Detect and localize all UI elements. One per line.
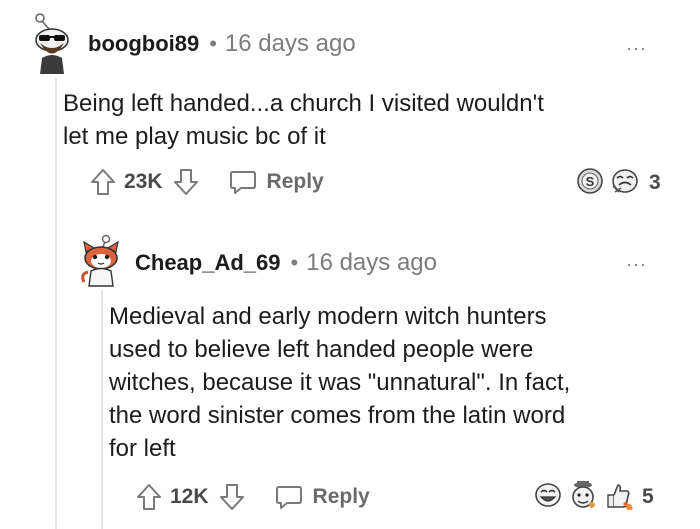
silver-award-icon: S: [575, 166, 605, 201]
downvote-button[interactable]: [219, 483, 245, 511]
comment-bubble-icon: [229, 171, 256, 194]
more-options-button[interactable]: ···: [626, 38, 647, 59]
comment-body-line: Medieval and early modern witch hunters: [109, 303, 547, 330]
upvote-arrow-icon: [137, 484, 161, 510]
awards[interactable]: 5: [528, 479, 654, 516]
comment-body-line: let me play music bc of it: [63, 123, 326, 150]
thread-line[interactable]: [55, 78, 57, 529]
timestamp[interactable]: 16 days ago: [306, 249, 437, 277]
comment-thread: boogboi89 • 16 days ago ··· Being left h…: [0, 0, 700, 529]
downvote-arrow-icon: [173, 169, 198, 195]
more-options-button[interactable]: ···: [626, 254, 647, 275]
comment-body: Medieval and early modern witch hunters …: [109, 300, 570, 465]
downvote-arrow-icon: [219, 484, 244, 510]
thread-line[interactable]: [101, 290, 103, 529]
comment-body-line: used to believe left handed people were: [109, 336, 534, 363]
wholesome-award-icon: [568, 479, 598, 516]
comment-body-line: witches, because it was "unnatural". In …: [109, 369, 571, 396]
vote-count: 23K: [124, 170, 163, 193]
reply-label: Reply: [266, 170, 324, 193]
crying-award-icon: [609, 166, 641, 201]
comment-body-line: for left: [109, 435, 176, 462]
timestamp[interactable]: 16 days ago: [225, 30, 356, 58]
upvote-button[interactable]: [136, 483, 162, 511]
comment-meta: Cheap_Ad_69 • 16 days ago: [135, 249, 437, 277]
separator-dot: •: [290, 250, 299, 275]
rocket-like-award-icon: [602, 479, 634, 516]
username[interactable]: Cheap_Ad_69: [135, 250, 281, 276]
snoo-sunglasses-beard-avatar-icon: [35, 13, 69, 74]
username[interactable]: boogboi89: [88, 31, 199, 57]
reply-label: Reply: [312, 485, 370, 508]
award-count: 5: [642, 485, 654, 508]
reply-button[interactable]: Reply: [275, 484, 370, 510]
svg-text:S: S: [586, 174, 595, 189]
upvote-arrow-icon: [91, 169, 115, 195]
laughing-award-icon: [532, 480, 564, 515]
avatar[interactable]: [28, 12, 74, 74]
comment-body: Being left handed...a church I visited w…: [63, 87, 544, 153]
awards[interactable]: S 3: [571, 167, 661, 199]
award-count: 3: [649, 171, 661, 194]
vote-count: 12K: [170, 485, 209, 508]
separator-dot: •: [209, 31, 217, 56]
avatar[interactable]: [76, 234, 126, 288]
comment-actions: 23K Reply: [90, 166, 324, 198]
downvote-button[interactable]: [173, 168, 199, 196]
comment-bubble-icon: [275, 486, 302, 509]
upvote-button[interactable]: [90, 168, 116, 196]
comment-meta: boogboi89 • 16 days ago: [88, 30, 356, 58]
comment-actions: 12K Reply: [136, 481, 370, 513]
reply-button[interactable]: Reply: [229, 169, 324, 195]
snoo-red-panda-avatar-icon: [81, 234, 119, 287]
comment-body-line: Being left handed...a church I visited w…: [63, 90, 544, 117]
comment-body-line: the word sinister comes from the latin w…: [109, 402, 566, 429]
